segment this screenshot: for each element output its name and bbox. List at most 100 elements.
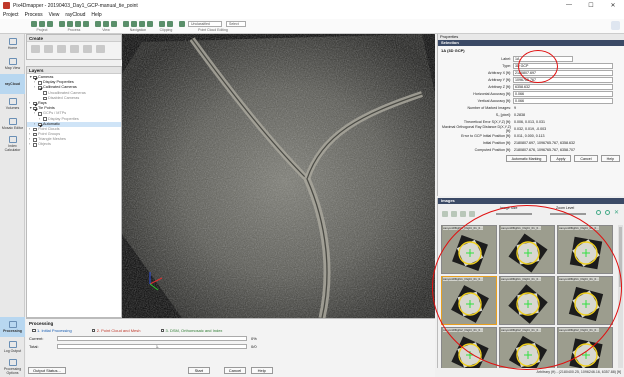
menu-help[interactable]: Help <box>91 12 101 18</box>
class-select[interactable]: Unclassified <box>188 20 222 27</box>
toolbar-group-label: Project <box>36 28 48 32</box>
menu-raycloud[interactable]: rayCloud <box>65 12 85 18</box>
layer-checkbox[interactable] <box>33 132 37 137</box>
cancel-button[interactable]: Cancel <box>223 367 246 374</box>
open-project-icon[interactable] <box>39 20 45 27</box>
sidebar-item-processing[interactable]: Processing <box>0 317 25 337</box>
layer-checkbox[interactable] <box>38 81 42 85</box>
properties-help-button[interactable]: Help <box>600 155 620 162</box>
rotate-icon[interactable] <box>131 20 137 27</box>
left-sidebar: Home Map View rayCloud Volumes Mosaic Ed… <box>0 34 25 377</box>
layer-checkbox[interactable] <box>43 96 47 101</box>
clip-plane-icon[interactable] <box>167 20 173 27</box>
save-project-icon[interactable] <box>47 20 53 27</box>
zoom-in-icon[interactable] <box>596 210 601 215</box>
menu-process[interactable]: Process <box>25 12 43 18</box>
sidebar-item-map-view[interactable]: Map View <box>0 54 25 74</box>
sidebar-item-index-calculator[interactable]: Index Calculator <box>0 134 25 154</box>
index-icon <box>8 136 17 143</box>
step-2-checkbox[interactable] <box>91 328 96 333</box>
toolbar-group-navigation: Navigation <box>122 19 154 32</box>
label-field-label: Label: <box>501 56 511 61</box>
step-1-checkbox[interactable] <box>32 328 36 333</box>
layer-item[interactable]: › Objects <box>27 142 121 147</box>
help-icon[interactable] <box>611 21 620 30</box>
automatic-marking-button[interactable]: Automatic Marking <box>505 155 548 162</box>
step-3-checkbox[interactable] <box>160 328 164 333</box>
step-2[interactable]: 2. Point Cloud and Mesh <box>91 328 151 333</box>
layer-checkbox[interactable] <box>33 106 37 111</box>
sidebar-item-raycloud[interactable]: rayCloud <box>0 74 25 94</box>
menu-view[interactable]: View <box>49 12 60 18</box>
create-volume-icon[interactable] <box>70 45 79 53</box>
select-mode-select[interactable]: Select <box>226 20 246 27</box>
volume-icon <box>8 98 17 105</box>
list-icon[interactable] <box>469 211 475 217</box>
new-project-icon[interactable] <box>31 20 37 27</box>
sidebar-item-processing-options[interactable]: Processing Options <box>0 357 25 377</box>
layer-checkbox[interactable] <box>38 122 42 127</box>
property-label: Arbitrary X [ft]: <box>488 70 511 75</box>
create-surface-icon[interactable] <box>57 45 66 53</box>
property-label: S₀ [pixel]: <box>495 112 511 117</box>
process-icon[interactable] <box>59 20 65 27</box>
create-gcp-icon[interactable] <box>31 45 40 53</box>
layer-checkbox[interactable] <box>43 117 47 121</box>
clip-box-icon[interactable] <box>159 20 165 27</box>
property-input[interactable]: 0.066 <box>513 90 613 97</box>
raycloud-3d-view[interactable] <box>122 34 435 318</box>
move-left-icon[interactable] <box>139 20 145 27</box>
move-right-icon[interactable] <box>147 20 153 27</box>
property-row: Initial Position [ft]: 2180807.697, 10967… <box>438 139 624 146</box>
property-input[interactable]: 6358.632 <box>513 83 613 90</box>
edit-icon[interactable] <box>179 20 185 27</box>
sort-icon[interactable] <box>451 211 457 217</box>
layer-label: Disabled Cameras <box>48 95 80 100</box>
property-input[interactable]: 0.066 <box>513 97 613 104</box>
layer-checkbox[interactable] <box>33 127 37 132</box>
processing-steps: 1. Initial Processing 2. Point Cloud and… <box>26 328 435 333</box>
sidebar-item-home[interactable]: Home <box>0 34 25 54</box>
app-logo-icon <box>3 2 10 9</box>
zoom-out-icon[interactable] <box>103 20 109 27</box>
sidebar-item-mosaic-editor[interactable]: Mosaic Editor <box>0 114 25 134</box>
layer-checkbox[interactable] <box>33 138 37 142</box>
close-icon[interactable]: ✕ <box>602 2 624 9</box>
start-button[interactable]: Start <box>187 367 210 374</box>
layer-checkbox[interactable] <box>33 101 37 106</box>
process-step-icon[interactable] <box>67 20 73 27</box>
output-status-button[interactable]: Output Status... <box>28 367 66 374</box>
minimize-icon[interactable]: — <box>558 2 580 9</box>
grid-icon[interactable] <box>460 211 466 217</box>
zoom-in-icon[interactable] <box>95 20 101 27</box>
maximize-icon[interactable]: ☐ <box>580 2 602 9</box>
step-1[interactable]: 1. Initial Processing <box>32 328 82 333</box>
create-polyline-icon[interactable] <box>44 45 53 53</box>
process-options-icon[interactable] <box>75 20 81 27</box>
process-run-icon[interactable] <box>83 20 89 27</box>
menu-project[interactable]: Project <box>3 12 19 18</box>
filter-icon[interactable] <box>442 211 448 217</box>
sidebar-item-log-output[interactable]: Log Output <box>0 337 25 357</box>
layer-checkbox[interactable] <box>38 112 42 116</box>
sidebar-item-volumes[interactable]: Volumes <box>0 94 25 114</box>
reset-zoom-icon[interactable]: ✕ <box>614 209 619 216</box>
create-group-icon[interactable] <box>83 45 92 53</box>
apply-button[interactable]: Apply <box>550 155 572 162</box>
properties-cancel-button[interactable]: Cancel <box>574 155 598 162</box>
layer-checkbox[interactable] <box>38 86 42 90</box>
help-button[interactable]: Help <box>250 367 273 374</box>
step-3[interactable]: 3. DSM, Orthomosaic and Index <box>160 328 233 333</box>
layer-checkbox[interactable] <box>43 91 47 95</box>
layer-checkbox[interactable] <box>33 143 37 147</box>
sidebar-item-label: Home <box>7 46 18 50</box>
layer-checkbox[interactable] <box>33 75 37 80</box>
toolbar-group-label: Clipping <box>159 28 173 32</box>
property-value: 0.032, 0.019, -0.003 <box>514 126 547 131</box>
point-cloud-render[interactable] <box>122 34 435 318</box>
create-camera-icon[interactable] <box>96 45 105 53</box>
zoom-out-icon[interactable] <box>605 210 610 215</box>
layer-label: Objects <box>38 142 51 147</box>
pan-icon[interactable] <box>123 20 129 27</box>
fit-view-icon[interactable] <box>111 20 117 27</box>
